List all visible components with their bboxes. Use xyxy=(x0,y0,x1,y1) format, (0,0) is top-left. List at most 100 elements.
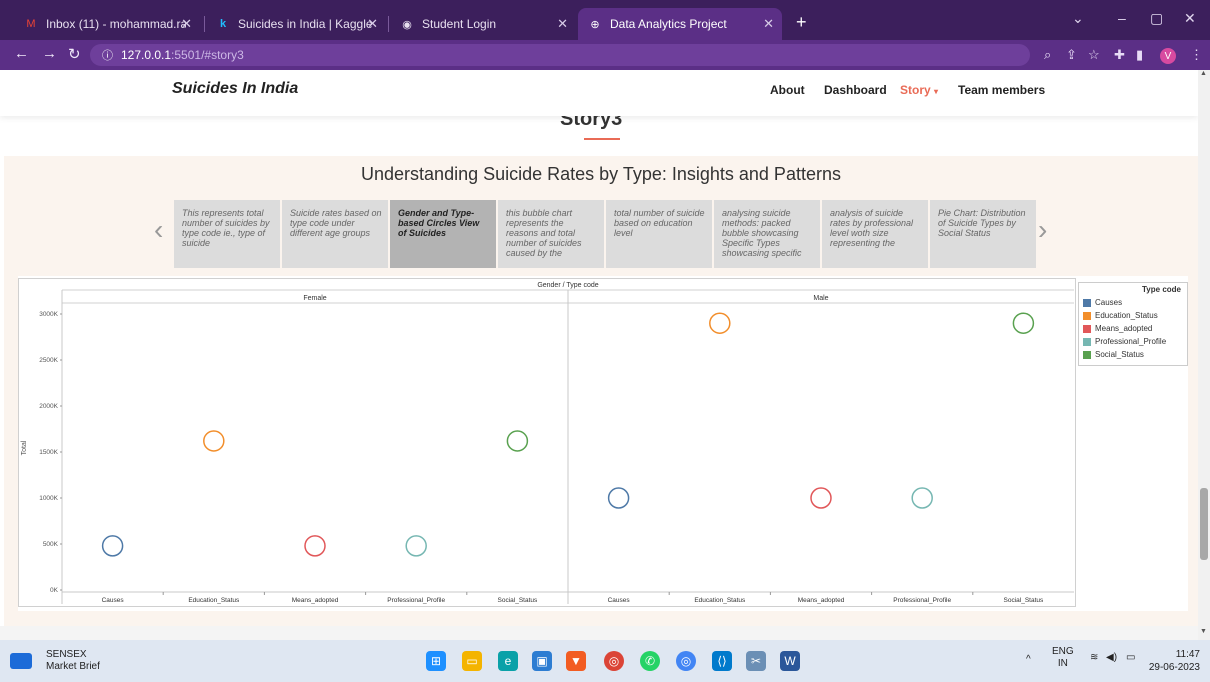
restore-icon[interactable]: ▢ xyxy=(1150,10,1163,27)
nav-about[interactable]: About xyxy=(770,83,805,97)
story-point[interactable]: This represents total number of suicides… xyxy=(174,200,280,268)
widget-title: SENSEX xyxy=(46,649,87,660)
store-icon[interactable]: ▣ xyxy=(532,651,552,671)
chrome-profile-icon[interactable]: ◎ xyxy=(676,651,696,671)
x-tick-label: Causes xyxy=(102,597,125,604)
vscode-icon[interactable]: ⟨⟩ xyxy=(712,651,732,671)
scroll-up-icon[interactable]: ▲ xyxy=(1200,70,1207,77)
profile-avatar[interactable]: V xyxy=(1160,48,1176,64)
story-point[interactable]: Suicide rates based on type code under d… xyxy=(282,200,388,268)
volume-icon[interactable]: ◀) xyxy=(1106,652,1117,663)
chevron-down-icon[interactable]: ⌄ xyxy=(1072,10,1084,27)
legend-title: Type code xyxy=(1142,285,1181,294)
forward-icon[interactable]: → xyxy=(42,45,57,62)
browser-tab-data-analytics[interactable]: ⊕ Data Analytics Project ✕ xyxy=(578,8,782,40)
bookmark-star-icon[interactable]: ☆ xyxy=(1088,47,1100,63)
scrollbar-thumb[interactable] xyxy=(1200,488,1208,560)
legend-swatch xyxy=(1083,337,1091,346)
info-icon[interactable]: ⓘ xyxy=(102,47,113,63)
y-tick-label: 1500K xyxy=(39,449,58,456)
lang-line1: ENG xyxy=(1052,646,1074,657)
file-explorer-icon[interactable]: ▭ xyxy=(462,651,482,671)
legend-label: Causes xyxy=(1095,298,1123,307)
zoom-icon[interactable]: ⌕ xyxy=(1044,47,1051,63)
story-point[interactable]: total number of suicide based on educati… xyxy=(606,200,712,268)
close-icon[interactable]: ✕ xyxy=(367,16,378,32)
minimize-icon[interactable]: – xyxy=(1118,10,1126,26)
story-heading: Understanding Suicide Rates by Type: Ins… xyxy=(361,164,841,184)
close-icon[interactable]: ✕ xyxy=(557,16,568,32)
reload-icon[interactable]: ↻ xyxy=(68,45,81,63)
x-tick-label: Professional_Profile xyxy=(387,597,445,604)
data-bubble-female-causes xyxy=(101,535,124,557)
windows-start-icon[interactable]: ⊞ xyxy=(426,651,446,671)
vertical-scrollbar[interactable]: ▲ ▼ xyxy=(1198,70,1210,640)
windows-taskbar: SENSEX Market Brief ⊞ ▭ e ▣ ▼ ◎ ✆ ◎ ⟨⟩ ✂… xyxy=(0,640,1210,682)
close-icon[interactable]: ✕ xyxy=(763,16,774,32)
extensions-icon[interactable]: ✚ xyxy=(1114,47,1125,63)
stocks-widget-icon[interactable] xyxy=(10,653,32,669)
brave-icon[interactable]: ▼ xyxy=(566,651,586,671)
x-tick-label: Means_adopted xyxy=(292,597,339,604)
data-bubble-male-means_adopted xyxy=(810,487,832,509)
legend-label: Means_adopted xyxy=(1095,324,1153,333)
menu-icon[interactable]: ⋮ xyxy=(1190,47,1203,63)
scroll-down-icon[interactable]: ▼ xyxy=(1200,628,1207,635)
story-point[interactable]: this bubble chart represents the reasons… xyxy=(498,200,604,268)
url-field[interactable]: ⓘ 127.0.0.1:5501/#story3 xyxy=(90,44,1030,66)
share-icon[interactable]: ⇪ xyxy=(1066,47,1077,63)
close-window-icon[interactable]: ✕ xyxy=(1184,10,1196,27)
data-bubble-female-social_status xyxy=(506,430,529,452)
story-point-selected[interactable]: Gender and Type-based Circles View of Su… xyxy=(390,200,496,268)
browser-tab-kaggle[interactable]: k Suicides in India | Kaggle ✕ xyxy=(206,8,386,40)
legend-swatch xyxy=(1083,324,1091,333)
language-indicator[interactable]: ENG IN xyxy=(1052,646,1074,670)
story-point[interactable]: analysis of suicide rates by professiona… xyxy=(822,200,928,268)
data-bubble-male-professional_profile xyxy=(911,487,933,509)
side-panel-icon[interactable]: ▮ xyxy=(1136,47,1143,63)
browser-tab-bar: M Inbox (11) - mohammad.rasheed ✕ k Suic… xyxy=(0,0,1210,40)
nav-dashboard[interactable]: Dashboard xyxy=(824,83,887,97)
legend-item[interactable]: Education_Status xyxy=(1079,309,1187,322)
chart-legend: Type code Causes Education_Status Means_ad… xyxy=(1078,282,1188,366)
snipping-tool-icon[interactable]: ✂ xyxy=(746,651,766,671)
battery-icon[interactable]: ▭ xyxy=(1126,652,1135,663)
tab-label: Suicides in India | Kaggle xyxy=(238,17,373,31)
story-prev-arrow[interactable]: ‹ xyxy=(154,214,163,246)
story-next-arrow[interactable]: › xyxy=(1038,214,1047,246)
chart-title: Gender / Type code xyxy=(537,282,598,289)
tab-separator xyxy=(204,16,205,32)
legend-item[interactable]: Professional_Profile xyxy=(1079,335,1187,348)
story-point[interactable]: analysing suicide methods: packed bubble… xyxy=(714,200,820,268)
tray-chevron-icon[interactable]: ^ xyxy=(1026,654,1031,665)
wifi-icon[interactable]: ≋ xyxy=(1090,652,1098,663)
close-icon[interactable]: ✕ xyxy=(181,16,192,32)
word-icon[interactable]: W xyxy=(780,651,800,671)
edge-icon[interactable]: e xyxy=(498,651,518,671)
horizontal-scrollbar[interactable] xyxy=(0,626,1198,640)
data-bubble-male-social_status xyxy=(1012,312,1035,334)
site-brand[interactable]: Suicides In India xyxy=(172,80,298,98)
legend-item[interactable]: Social_Status xyxy=(1079,348,1187,361)
stocks-widget[interactable]: SENSEX Market Brief xyxy=(46,649,100,673)
clock-time: 11:47 xyxy=(1175,649,1200,660)
legend-label: Social_Status xyxy=(1095,350,1144,359)
browser-tab-student-login[interactable]: ◉ Student Login ✕ xyxy=(390,8,576,40)
legend-item[interactable]: Causes xyxy=(1079,296,1187,309)
legend-label: Professional_Profile xyxy=(1095,337,1167,346)
nav-team-members[interactable]: Team members xyxy=(958,83,1045,97)
story-point[interactable]: Pie Chart: Distribution of Suicide Types… xyxy=(930,200,1036,268)
nav-story[interactable]: Story ▾ xyxy=(900,83,938,97)
panel-label: Male xyxy=(813,295,828,302)
y-axis-label: Total xyxy=(21,440,28,455)
system-clock[interactable]: 11:47 29-06-2023 xyxy=(1140,648,1200,674)
browser-tab-gmail[interactable]: M Inbox (11) - mohammad.rasheed ✕ xyxy=(14,8,200,40)
chrome-icon[interactable]: ◎ xyxy=(604,651,624,671)
url-path: :5501/#story3 xyxy=(171,48,244,62)
legend-swatch xyxy=(1083,311,1091,320)
x-tick-label: Social_Status xyxy=(498,597,538,604)
legend-item[interactable]: Means_adopted xyxy=(1079,322,1187,335)
back-icon[interactable]: ← xyxy=(14,45,29,62)
new-tab-button[interactable]: + xyxy=(796,12,807,33)
whatsapp-icon[interactable]: ✆ xyxy=(640,651,660,671)
